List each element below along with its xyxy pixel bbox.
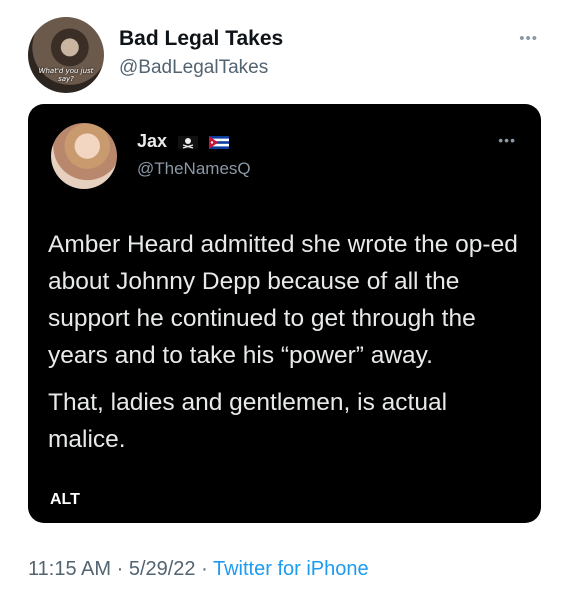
quoted-name-text: Jax	[137, 131, 168, 151]
quoted-text: Amber Heard admitted she wrote the op-ed…	[48, 226, 528, 468]
author-handle[interactable]: @BadLegalTakes	[119, 57, 268, 79]
alt-badge[interactable]: ALT	[48, 491, 82, 509]
quoted-handle: @TheNamesQ	[137, 159, 251, 178]
quoted-paragraph: That, ladies and gentlemen, is actual ma…	[48, 389, 448, 453]
quoted-name: Jax	[137, 131, 230, 152]
quoted-avatar	[51, 123, 117, 189]
tweet-time[interactable]: 11:15 AM	[28, 558, 111, 580]
tweet-image[interactable]: Jax @TheNamesQ ••• Amber Heard admitted …	[28, 104, 541, 523]
author-name[interactable]: Bad Legal Takes	[119, 27, 283, 51]
meta-separator: ·	[116, 558, 124, 580]
tweet-date[interactable]: 5/29/22	[129, 558, 196, 580]
quoted-more-icon: •••	[498, 132, 516, 148]
tweet-meta: 11:15 AM · 5/29/22 · Twitter for iPhone	[28, 558, 369, 581]
cuba-flag-icon	[209, 135, 230, 149]
author-avatar[interactable]: What'd you just say?	[28, 17, 104, 93]
more-options-icon[interactable]: •••	[519, 30, 538, 47]
pirate-flag-icon	[178, 135, 199, 149]
tweet-source-link[interactable]: Twitter for iPhone	[213, 558, 369, 580]
avatar-caption: What'd you just say?	[38, 67, 94, 83]
meta-separator: ·	[201, 558, 208, 580]
quoted-paragraph: Amber Heard admitted she wrote the op-ed…	[48, 231, 518, 369]
